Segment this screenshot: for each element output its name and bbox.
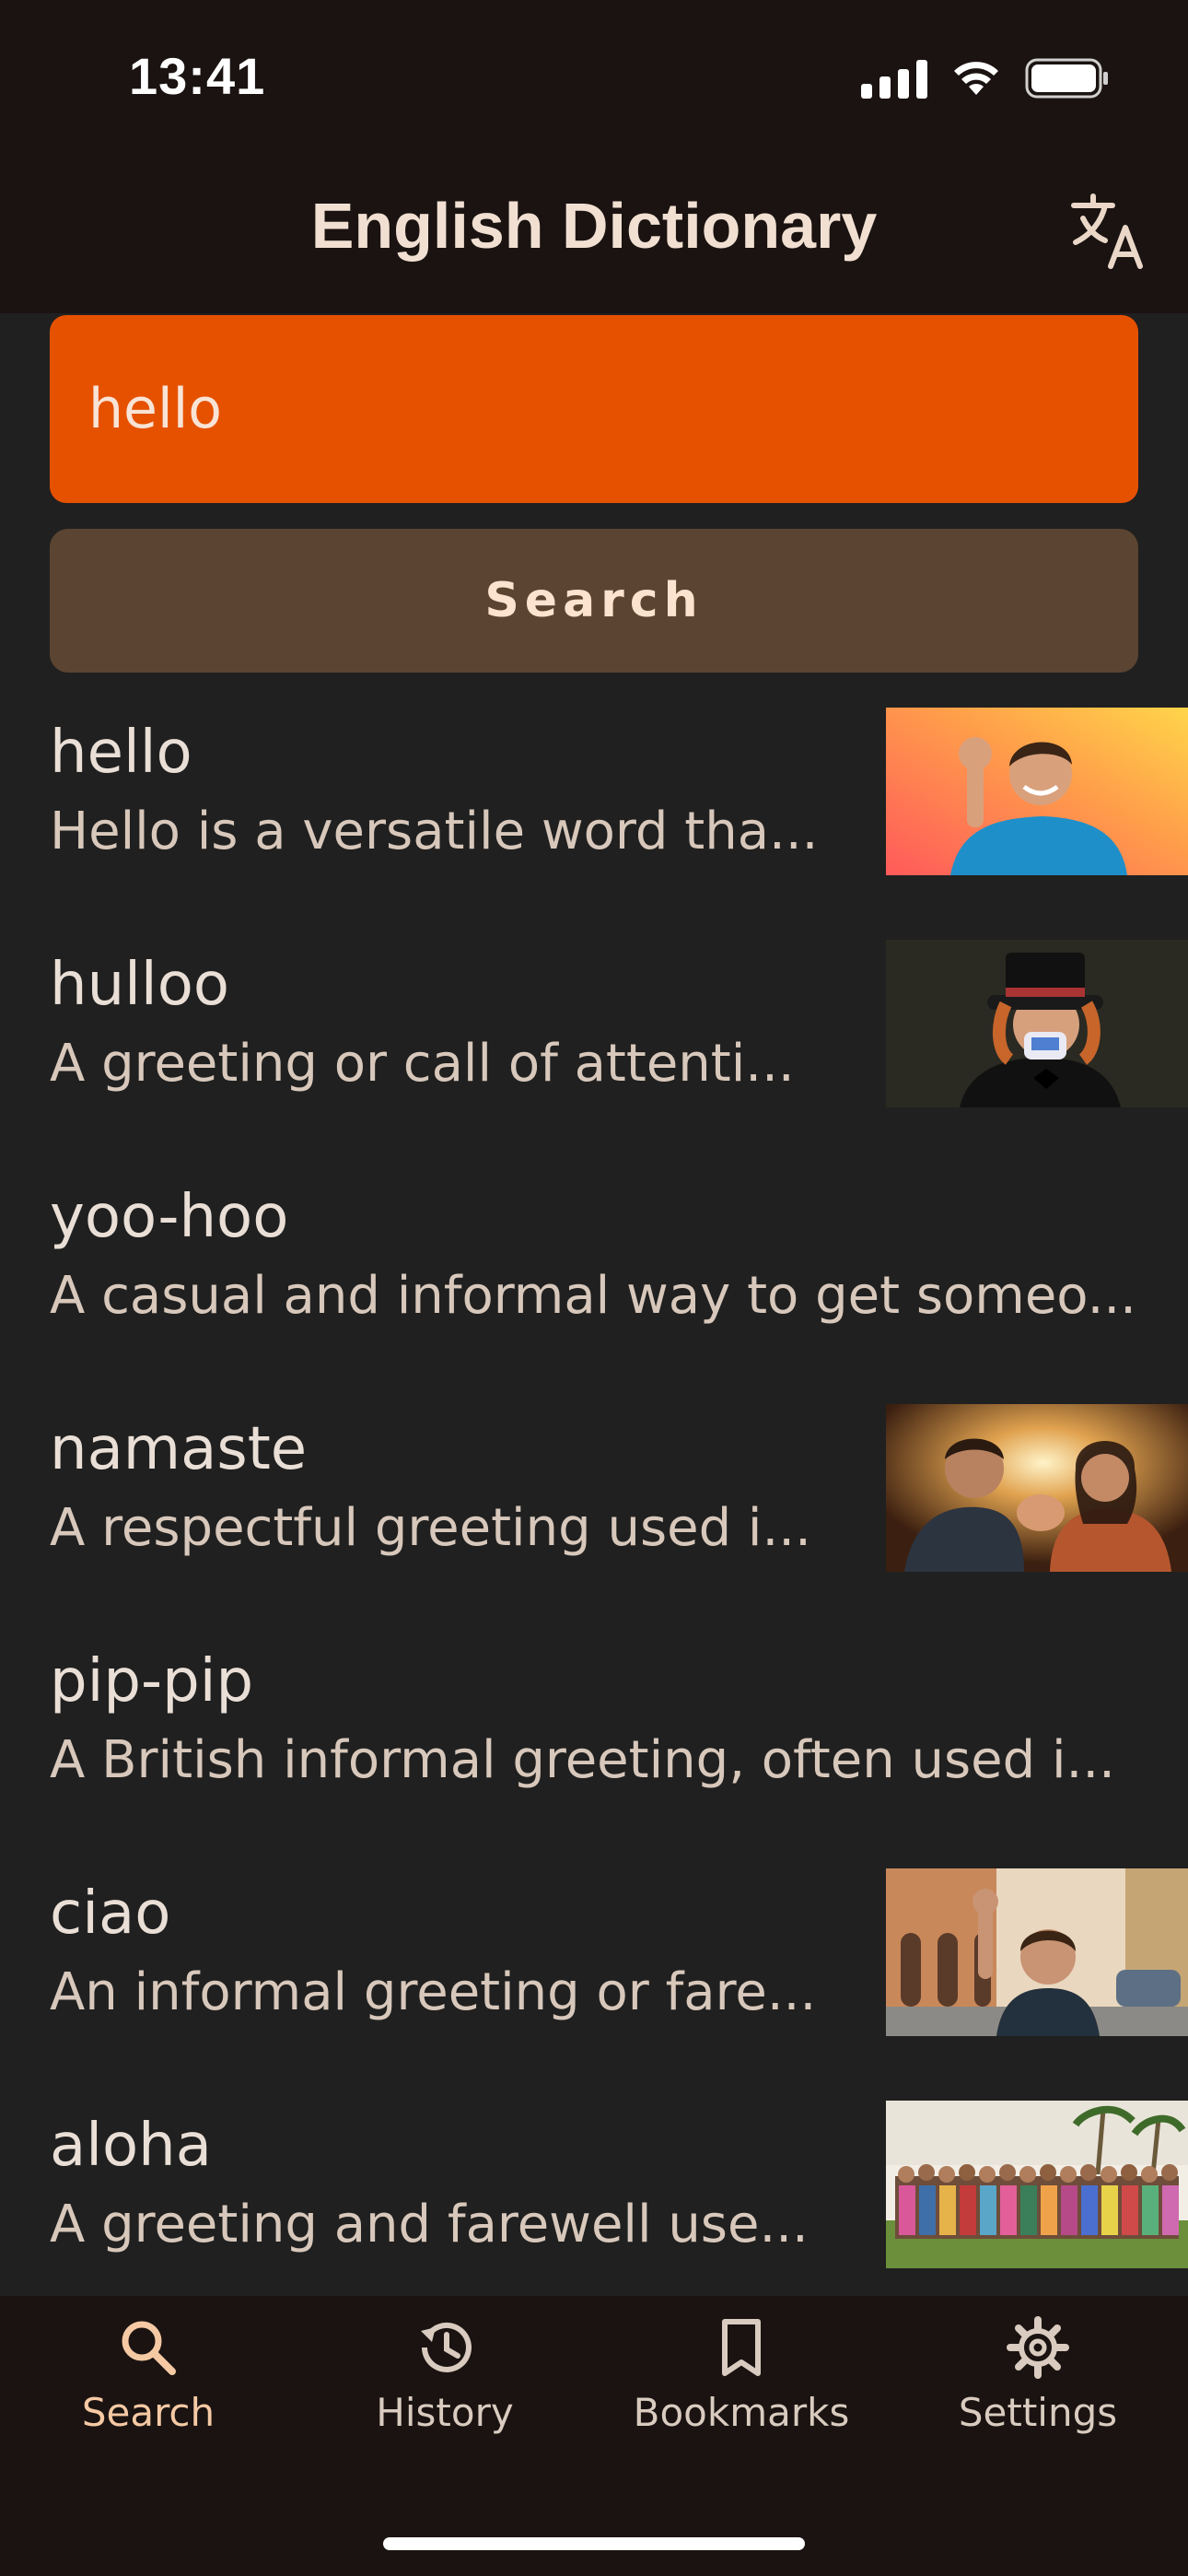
search-icon	[122, 2321, 176, 2375]
result-thumbnail	[886, 708, 1188, 875]
result-definition: A casual and informal way to get someo..…	[50, 1266, 1136, 1326]
result-item[interactable]: namaste A respectful greeting used i...	[0, 1369, 1188, 1601]
history-icon	[421, 2322, 472, 2372]
result-definition: A British informal greeting, often used …	[50, 1730, 1115, 1790]
result-word: namaste	[50, 1415, 308, 1483]
translate-icon	[1071, 193, 1143, 269]
translate-button[interactable]	[1068, 189, 1151, 272]
search-input[interactable]	[87, 376, 1138, 442]
result-item[interactable]: ciao An informal greeting or fare...	[0, 1833, 1188, 2066]
wifi-icon	[954, 62, 998, 95]
result-word: hulloo	[50, 951, 229, 1019]
result-definition: A respectful greeting used i...	[50, 1498, 811, 1558]
search-field-container[interactable]	[50, 315, 1138, 503]
result-thumbnail	[886, 940, 1188, 1107]
nav-settings[interactable]: Settings	[890, 2314, 1186, 2480]
cellular-signal-icon	[861, 58, 927, 99]
result-definition: An informal greeting or fare...	[50, 1962, 817, 2022]
result-word: ciao	[50, 1879, 171, 1948]
nav-bookmarks-label: Bookmarks	[633, 2390, 850, 2435]
result-definition: A greeting or call of attenti...	[50, 1034, 795, 1094]
status-icons	[861, 55, 1110, 101]
home-indicator[interactable]	[383, 2537, 805, 2550]
nav-search[interactable]: Search	[0, 2314, 297, 2480]
result-word: aloha	[50, 2112, 212, 2180]
result-item[interactable]: aloha A greeting and farewell use...	[0, 2066, 1188, 2298]
bottom-navigation: Search History Bookmarks Settings	[0, 2296, 1188, 2576]
nav-search-label: Search	[81, 2390, 215, 2435]
result-word: hello	[50, 719, 192, 787]
result-item[interactable]: yoo-hoo A casual and informal way to get…	[0, 1137, 1188, 1369]
result-thumbnail	[886, 1404, 1188, 1572]
bookmark-icon	[722, 2319, 761, 2376]
result-word: pip-pip	[50, 1647, 254, 1715]
nav-history[interactable]: History	[297, 2314, 593, 2480]
result-item[interactable]: hello Hello is a versatile word tha...	[0, 673, 1188, 905]
result-item[interactable]: pip-pip A British informal greeting, oft…	[0, 1601, 1188, 1833]
page-title: English Dictionary	[310, 190, 878, 262]
app-header: 13:41 English Dictionary	[0, 0, 1188, 313]
result-definition: A greeting and farewell use...	[50, 2195, 809, 2254]
result-item[interactable]: hulloo A greeting or call of attenti...	[0, 905, 1188, 1137]
battery-icon	[1025, 58, 1108, 99]
nav-settings-label: Settings	[958, 2390, 1118, 2435]
gear-icon	[1007, 2316, 1069, 2379]
results-list: hello Hello is a versatile word tha... h…	[0, 673, 1188, 2298]
result-definition: Hello is a versatile word tha...	[50, 802, 819, 861]
nav-history-label: History	[376, 2390, 514, 2435]
result-word: yoo-hoo	[50, 1183, 289, 1251]
search-button[interactable]: Search	[50, 529, 1138, 673]
result-thumbnail	[886, 2101, 1188, 2268]
status-time: 13:41	[129, 47, 266, 105]
result-thumbnail	[886, 1868, 1188, 2036]
nav-bookmarks[interactable]: Bookmarks	[593, 2314, 890, 2480]
